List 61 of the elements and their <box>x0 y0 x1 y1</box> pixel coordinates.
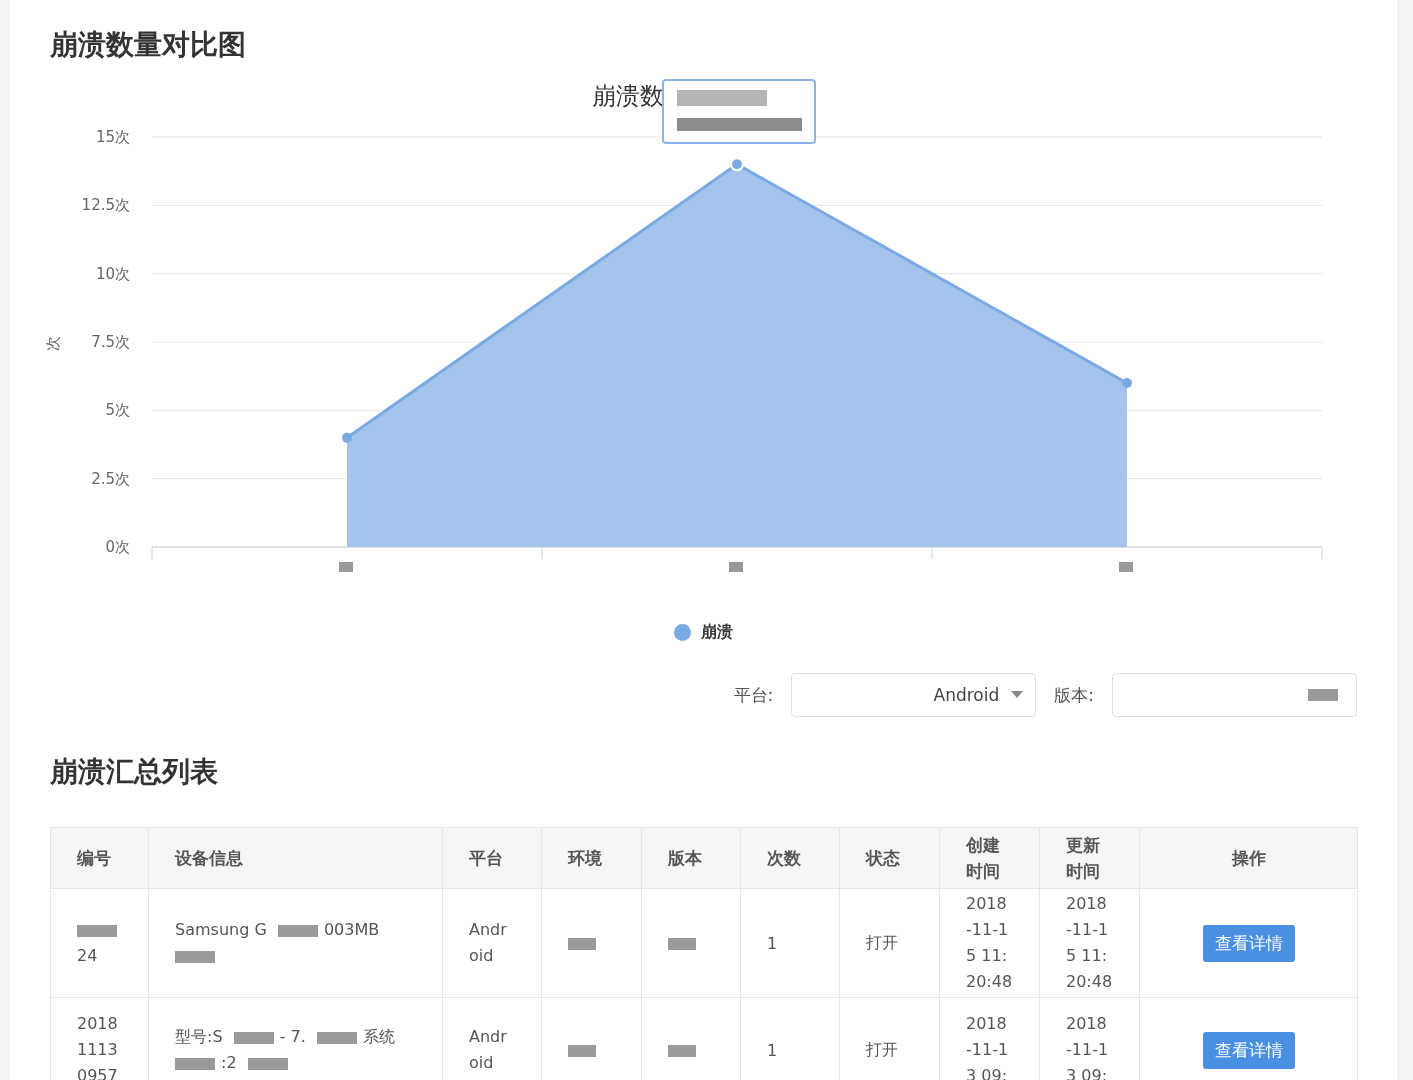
column-header: 设备信息 <box>148 827 443 889</box>
column-header: 状态 <box>839 827 940 889</box>
table-cell-text: Samsung G <box>175 919 267 941</box>
version-select[interactable] <box>1112 673 1357 717</box>
y-tick-label: 12.5次 <box>81 196 130 215</box>
redacted-block <box>247 1057 288 1070</box>
dropdown-caret-icon <box>1011 691 1024 699</box>
redacted-block <box>1308 689 1338 701</box>
redacted-block <box>729 562 743 572</box>
y-tick-label: 5次 <box>105 401 130 420</box>
redacted-block <box>175 950 215 963</box>
table-cell-text: Android <box>469 919 508 967</box>
redacted-block <box>339 562 353 572</box>
table-cell-text: :2 <box>221 1052 237 1074</box>
column-header: 平台 <box>442 827 542 889</box>
column-header: 次数 <box>740 827 840 889</box>
table-cell: 打开 <box>866 932 898 952</box>
data-point[interactable] <box>1122 378 1132 388</box>
redacted-block <box>277 924 318 937</box>
legend-dot <box>674 624 691 641</box>
redacted-block <box>77 924 117 937</box>
table-cell-text: 003MB <box>323 919 380 941</box>
y-tick-label: 0次 <box>105 538 130 556</box>
redacted-block <box>668 1045 696 1057</box>
column-header: 版本 <box>641 827 741 889</box>
y-axis-title: 次 <box>44 335 62 351</box>
redacted-block <box>316 1031 357 1044</box>
data-point[interactable] <box>730 157 744 172</box>
table-cell-text: 系统 <box>362 1026 395 1048</box>
column-header: 创建时间 <box>939 827 1040 889</box>
column-header: 更新时间 <box>1039 827 1140 889</box>
table-cell-text: Android <box>469 1026 508 1074</box>
data-point[interactable] <box>342 432 352 443</box>
y-tick-label: 15次 <box>95 128 130 146</box>
redacted-block <box>1119 562 1133 572</box>
redacted-block <box>233 1031 274 1044</box>
table-cell: 1 <box>767 933 778 953</box>
table-cell-text: - 7. <box>279 1026 306 1048</box>
redacted-block <box>175 1057 215 1070</box>
redacted-block <box>668 938 696 950</box>
section-title: 崩溃汇总列表 <box>50 754 219 790</box>
table-cell-text: 2018-11-15 11:20:48 <box>1066 893 1113 993</box>
platform-select[interactable]: Android <box>791 673 1037 717</box>
table-cell: 打开 <box>866 1039 898 1059</box>
table-cell-text: 2018-11-15 11:20:48 <box>966 893 1013 993</box>
column-header: 操作 <box>1139 827 1358 889</box>
redacted-block <box>568 938 596 950</box>
section-title: 崩溃数量对比图 <box>50 27 247 63</box>
table-cell: 1 <box>767 1040 778 1060</box>
y-tick-label: 10次 <box>95 264 130 283</box>
chart-title: 崩溃数 <box>592 82 664 110</box>
redacted-block <box>568 1045 596 1057</box>
y-tick-label: 7.5次 <box>91 333 130 351</box>
table-cell-text: 型号:S <box>175 1026 223 1048</box>
table-cell-text: 24 <box>77 945 99 967</box>
column-header: 编号 <box>50 827 149 889</box>
filter-label: 版本: <box>1054 683 1094 707</box>
column-header: 环境 <box>541 827 642 889</box>
y-tick-label: 2.5次 <box>91 469 130 488</box>
legend-label[interactable]: 崩溃 <box>701 622 733 643</box>
filter-label: 平台: <box>733 683 774 707</box>
